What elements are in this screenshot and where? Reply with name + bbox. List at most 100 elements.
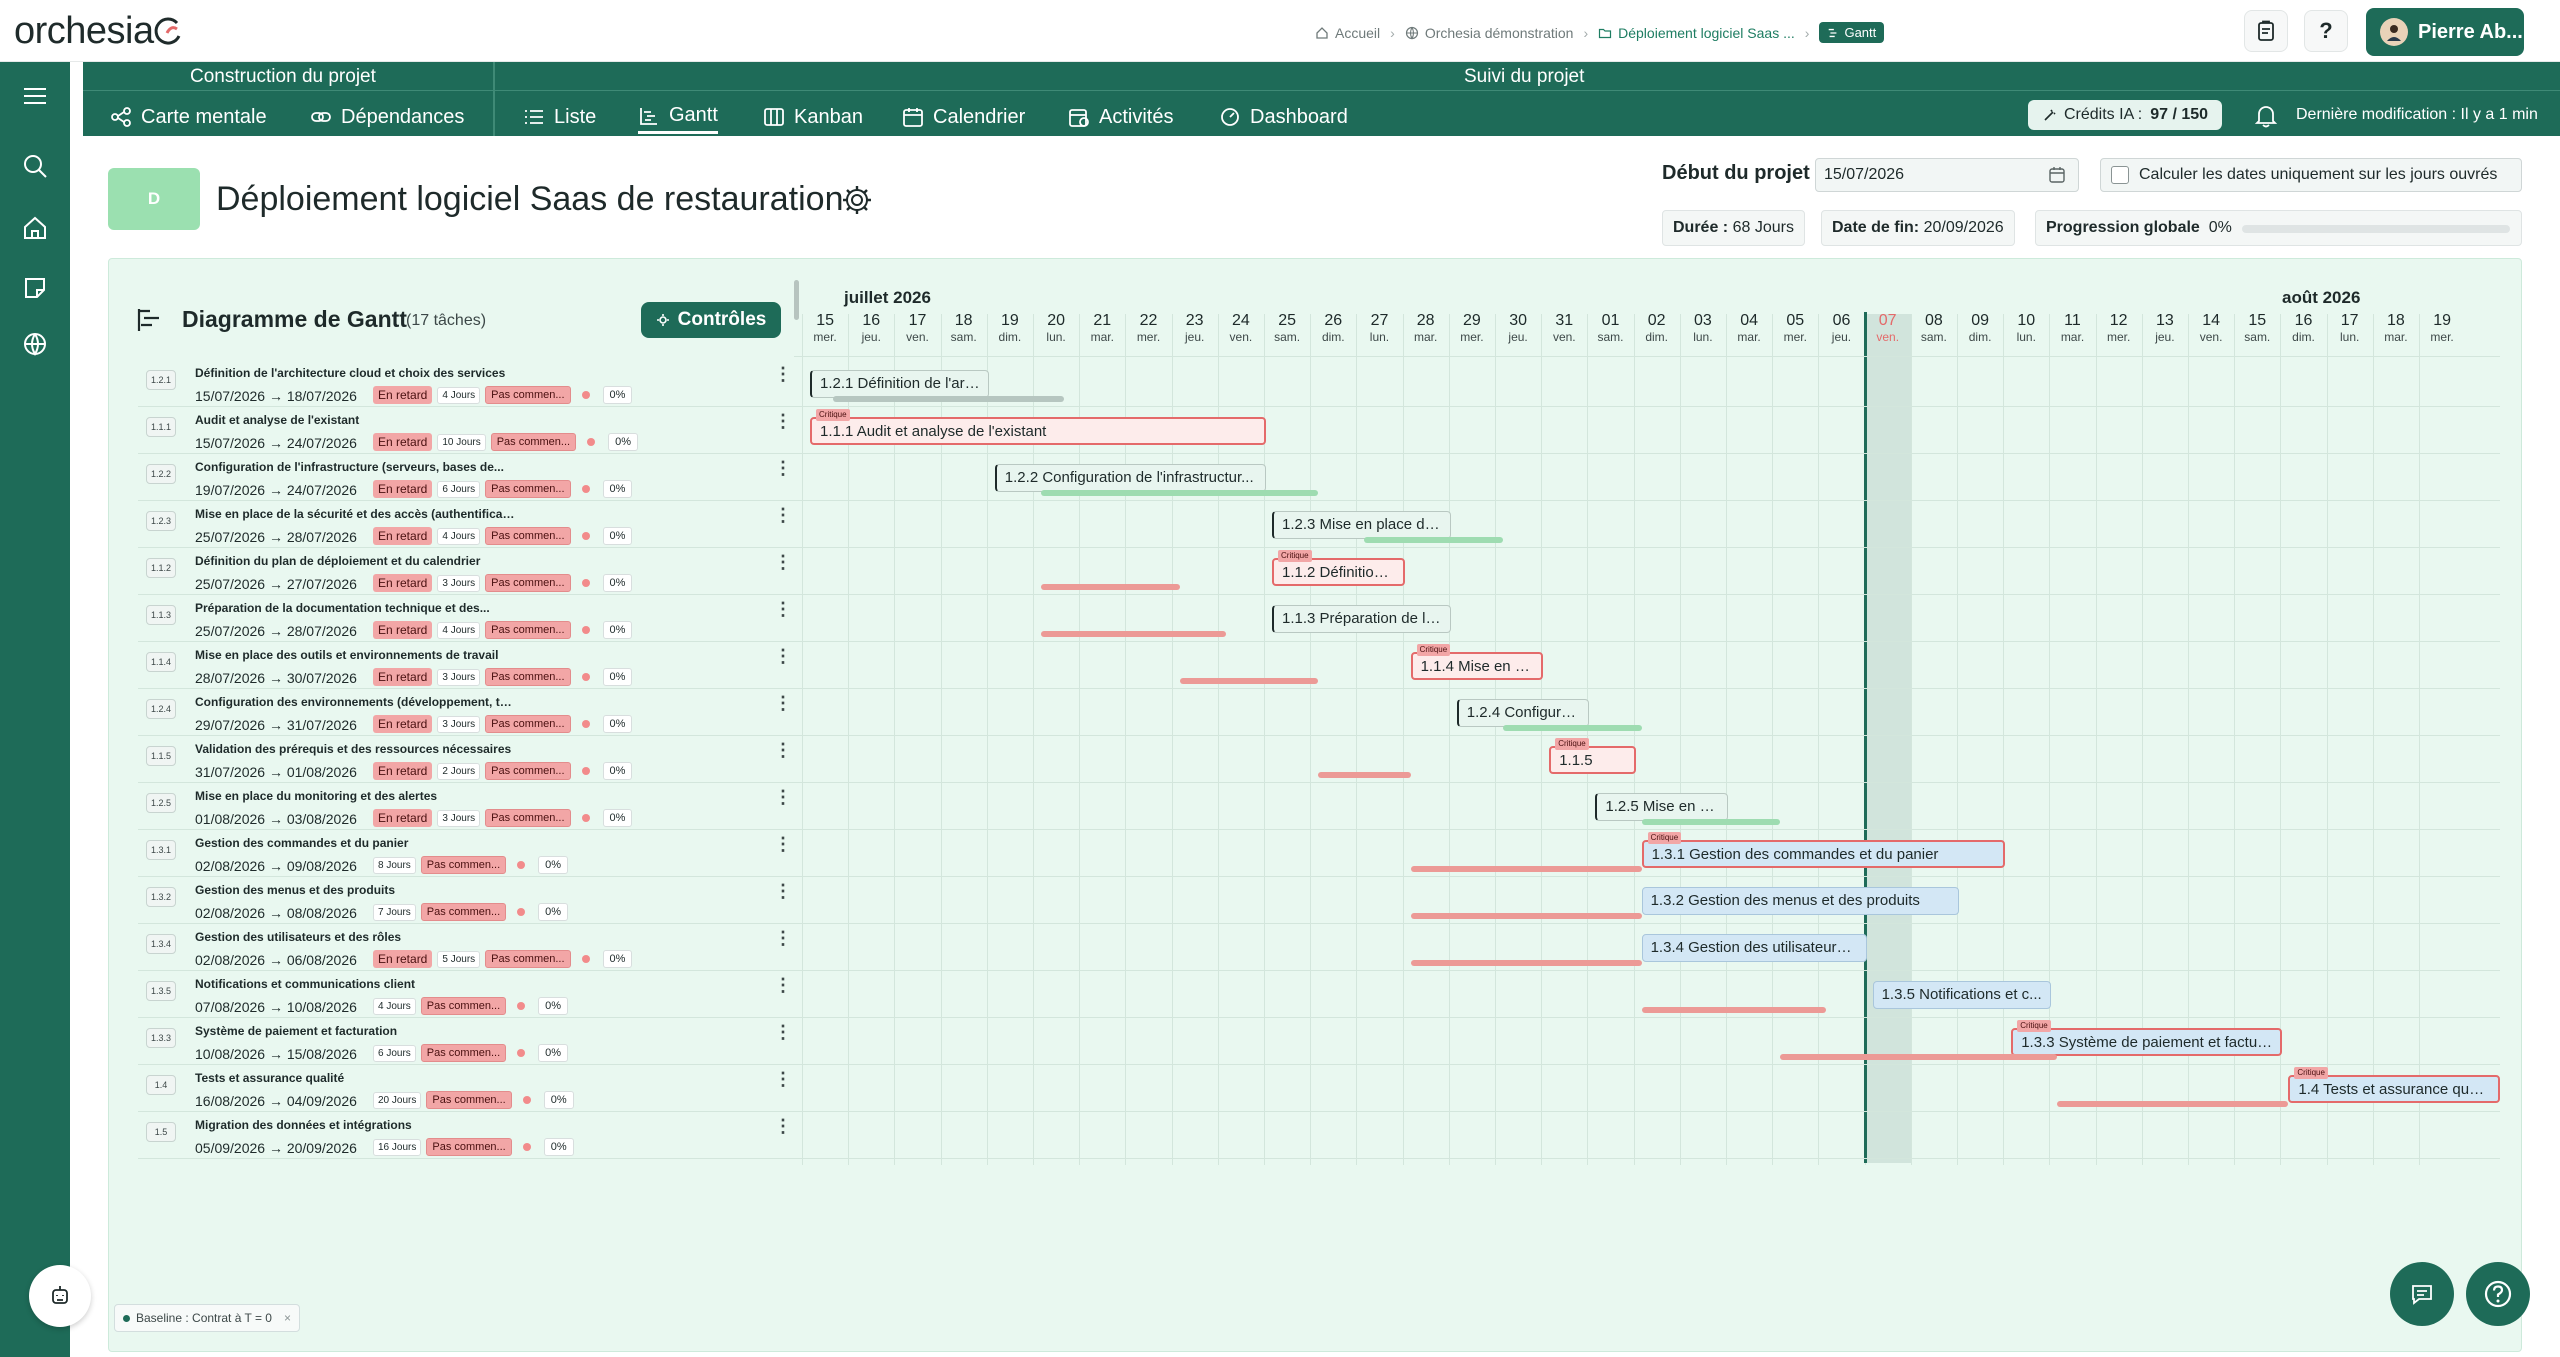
kebab-menu-icon[interactable]: ⋮ (774, 552, 792, 573)
kebab-menu-icon[interactable]: ⋮ (774, 928, 792, 949)
status-badge[interactable]: Pas commen... (490, 433, 577, 451)
status-badge[interactable]: Pas commen... (485, 386, 571, 404)
workdays-checkbox[interactable] (2111, 166, 2129, 184)
status-badge[interactable]: Pas commen... (485, 668, 571, 686)
task-name[interactable]: Gestion des menus et des produits (195, 883, 515, 897)
task-name[interactable]: Gestion des commandes et du panier (195, 836, 515, 850)
task-name[interactable]: Tests et assurance qualité (195, 1071, 515, 1085)
tab-kanban[interactable]: Kanban (763, 100, 863, 134)
kebab-menu-icon[interactable]: ⋮ (774, 599, 792, 620)
sidebar-home[interactable] (17, 210, 53, 246)
tab-gantt[interactable]: Gantt (638, 100, 718, 134)
task-bar[interactable]: 1.4 Tests et assurance qualité (2288, 1075, 2500, 1103)
task-bar[interactable]: 1.2.3 Mise en place de ... (1272, 511, 1451, 539)
sidebar-notes[interactable] (17, 270, 53, 306)
kebab-menu-icon[interactable]: ⋮ (774, 505, 792, 526)
task-name[interactable]: Audit et analyse de l'existant (195, 413, 515, 427)
task-bar[interactable]: 1.1.2 Définition ... (1272, 558, 1405, 586)
close-icon[interactable]: × (284, 1311, 291, 1325)
task-bar[interactable]: 1.3.4 Gestion des utilisateurs ... (1641, 934, 1867, 962)
status-badge[interactable]: Pas commen... (485, 762, 571, 780)
ai-credits[interactable]: Crédits IA : 97 / 150 (2028, 100, 2223, 130)
kebab-menu-icon[interactable]: ⋮ (774, 740, 792, 761)
kebab-menu-icon[interactable]: ⋮ (774, 881, 792, 902)
tab-liste[interactable]: Liste (523, 100, 596, 134)
kebab-menu-icon[interactable]: ⋮ (774, 1116, 792, 1137)
task-bar[interactable]: 1.1.5 (1549, 746, 1636, 774)
user-menu-button[interactable]: Pierre Ab... (2366, 8, 2524, 56)
status-badge[interactable]: Pas commen... (485, 950, 571, 968)
status-badge[interactable]: Pas commen... (485, 527, 571, 545)
task-row[interactable]: 1.2.4 Configuration des environnements (d… (138, 689, 798, 736)
breadcrumb-project[interactable]: Déploiement logiciel Saas ... (1598, 25, 1795, 41)
tab-dashboard[interactable]: Dashboard (1219, 100, 1348, 134)
task-name[interactable]: Validation des prérequis et des ressourc… (195, 742, 515, 756)
status-badge[interactable]: Pas commen... (485, 715, 571, 733)
task-row[interactable]: 1.2.1 Définition de l'architecture cloud … (138, 360, 798, 407)
kebab-menu-icon[interactable]: ⋮ (774, 364, 792, 385)
chat-button[interactable] (2390, 1262, 2454, 1326)
task-bar[interactable]: 1.2.4 Configurat... (1456, 699, 1590, 727)
kebab-menu-icon[interactable]: ⋮ (774, 646, 792, 667)
task-name[interactable]: Configuration de l'infrastructure (serve… (195, 460, 515, 474)
gear-icon[interactable] (840, 183, 874, 217)
status-badge[interactable]: Pas commen... (426, 1091, 512, 1109)
task-name[interactable]: Mise en place de la sécurité et des accè… (195, 507, 515, 521)
task-bar[interactable]: 1.1.3 Préparation de la ... (1272, 605, 1451, 633)
kebab-menu-icon[interactable]: ⋮ (774, 975, 792, 996)
bell-icon[interactable] (2251, 100, 2281, 130)
task-name[interactable]: Définition de l'architecture cloud et ch… (195, 366, 515, 380)
breadcrumb-home[interactable]: Accueil (1315, 25, 1380, 41)
task-row[interactable]: 1.5 Migration des données et intégrations… (138, 1112, 798, 1159)
status-badge[interactable]: Pas commen... (420, 903, 507, 921)
kebab-menu-icon[interactable]: ⋮ (774, 787, 792, 808)
task-name[interactable]: Mise en place des outils et environnemen… (195, 648, 515, 662)
tab-activites[interactable]: Activités (1068, 100, 1173, 134)
task-row[interactable]: 1.1.2 Définition du plan de déploiement e… (138, 548, 798, 595)
sidebar-globe[interactable] (17, 326, 53, 362)
task-name[interactable]: Système de paiement et facturation (195, 1024, 515, 1038)
task-row[interactable]: 1.1.5 Validation des prérequis et des res… (138, 736, 798, 783)
task-row[interactable]: 1.4 Tests et assurance qualité 16/08/2026 … (138, 1065, 798, 1112)
kebab-menu-icon[interactable]: ⋮ (774, 458, 792, 479)
controls-button[interactable]: Contrôles (641, 302, 781, 338)
task-bar[interactable]: 1.2.2 Configuration de l'infrastructur..… (994, 464, 1266, 492)
tab-dependances[interactable]: Dépendances (310, 100, 464, 134)
task-name[interactable]: Notifications et communications client (195, 977, 515, 991)
task-row[interactable]: 1.2.2 Configuration de l'infrastructure (… (138, 454, 798, 501)
status-badge[interactable]: Pas commen... (485, 480, 571, 498)
task-bar[interactable]: 1.3.3 Système de paiement et factura... (2011, 1028, 2283, 1056)
start-date-input[interactable]: 15/07/2026 (1815, 158, 2079, 192)
kebab-menu-icon[interactable]: ⋮ (774, 693, 792, 714)
task-name[interactable]: Préparation de la documentation techniqu… (195, 601, 515, 615)
task-row[interactable]: 1.1.1 Audit et analyse de l'existant 15/07… (138, 407, 798, 454)
task-bar[interactable]: 1.1.1 Audit et analyse de l'existant (810, 417, 1266, 445)
timeline-scrollbar[interactable] (794, 280, 799, 320)
sidebar-search[interactable] (17, 148, 53, 184)
tab-carte-mentale[interactable]: Carte mentale (110, 100, 267, 134)
task-name[interactable]: Configuration des environnements (dévelo… (195, 695, 515, 709)
status-badge[interactable]: Pas commen... (420, 856, 507, 874)
status-badge[interactable]: Pas commen... (485, 574, 571, 592)
task-bar[interactable]: 1.2.5 Mise en pl... (1595, 793, 1728, 821)
task-name[interactable]: Définition du plan de déploiement et du … (195, 554, 515, 568)
tab-calendrier[interactable]: Calendrier (902, 100, 1025, 134)
status-badge[interactable]: Pas commen... (485, 809, 571, 827)
task-row[interactable]: 1.3.3 Système de paiement et facturation 1… (138, 1018, 798, 1065)
help-button[interactable]: ? (2304, 10, 2348, 52)
kebab-menu-icon[interactable]: ⋮ (774, 834, 792, 855)
status-badge[interactable]: Pas commen... (485, 621, 571, 639)
task-bar[interactable]: 1.3.5 Notifications et c... (1872, 981, 2052, 1009)
workdays-only-toggle[interactable]: Calculer les dates uniquement sur les jo… (2100, 158, 2522, 192)
task-bar[interactable]: 1.2.1 Définition de l'arc... (810, 370, 989, 398)
notes-button[interactable] (2244, 10, 2288, 52)
calendar-icon[interactable] (2048, 166, 2066, 184)
task-row[interactable]: 1.1.4 Mise en place des outils et environ… (138, 642, 798, 689)
baseline-chip[interactable]: Baseline : Contrat à T = 0 × (114, 1304, 300, 1332)
app-logo[interactable]: orchesia (14, 10, 154, 53)
task-row[interactable]: 1.1.3 Préparation de la documentation tec… (138, 595, 798, 642)
assistant-button[interactable] (29, 1265, 91, 1327)
task-name[interactable]: Gestion des utilisateurs et des rôles (195, 930, 515, 944)
kebab-menu-icon[interactable]: ⋮ (774, 1069, 792, 1090)
task-name[interactable]: Migration des données et intégrations (195, 1118, 515, 1132)
